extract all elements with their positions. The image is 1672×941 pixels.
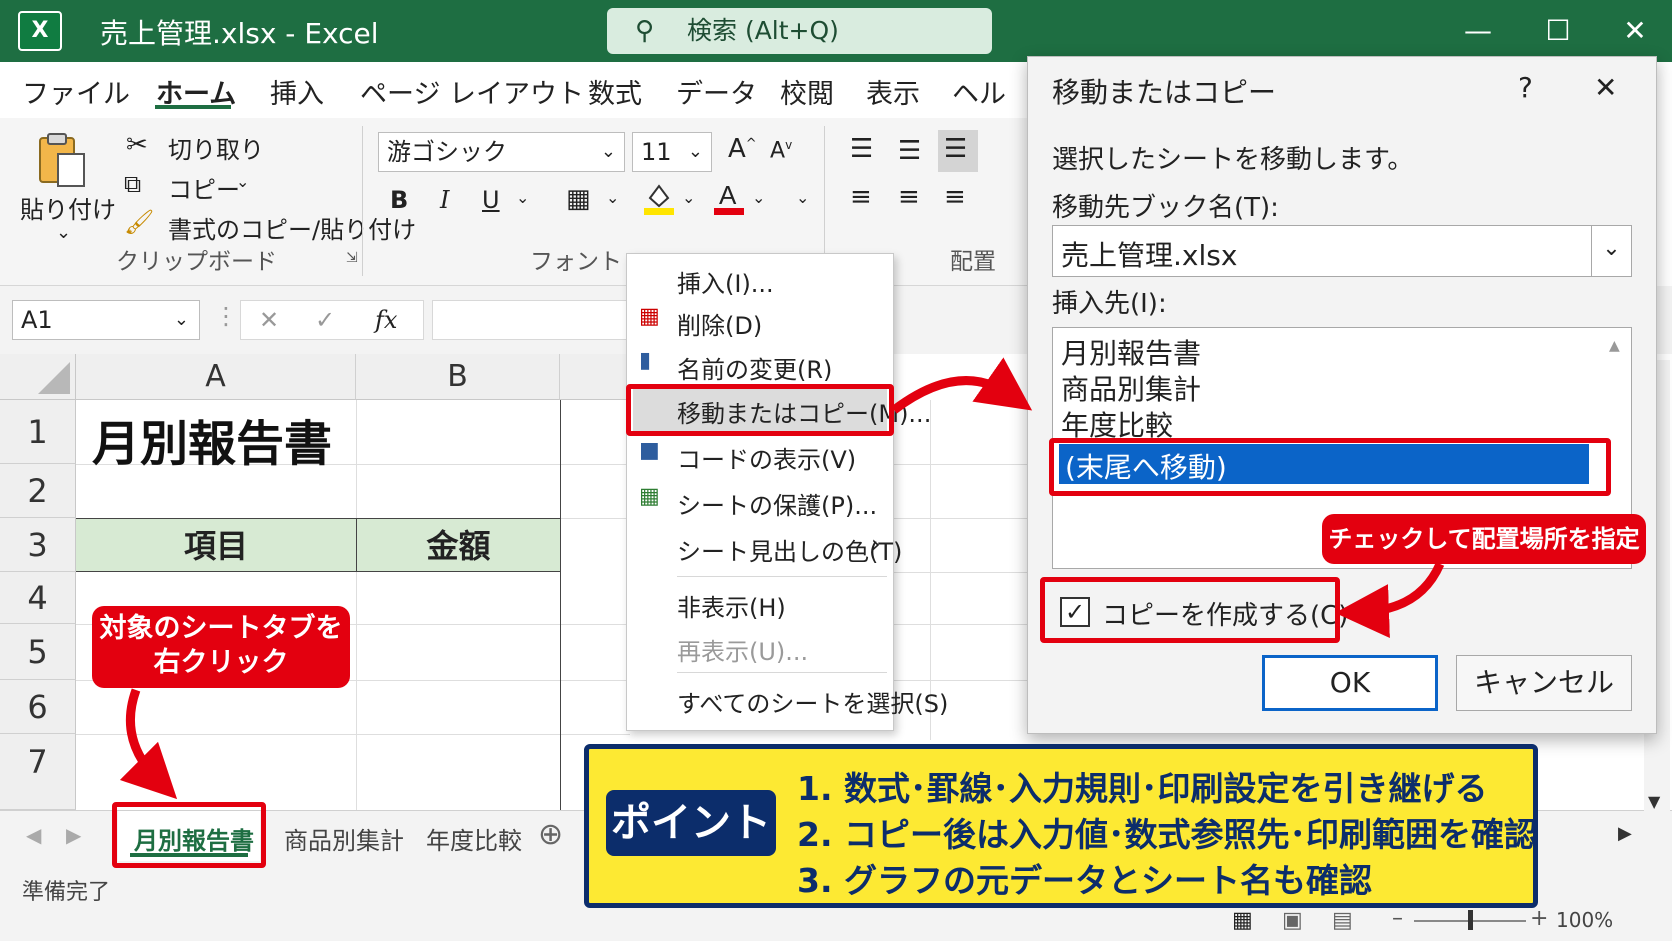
point-item-1: 1. 数式･罫線･入力規則･印刷設定を引き継げる xyxy=(797,769,1488,808)
arrow-to-sheet-tab xyxy=(119,688,178,800)
point-badge: ポイント xyxy=(606,790,776,856)
arrow-to-dialog xyxy=(891,357,1033,414)
arrow-to-checkbox xyxy=(1335,562,1445,639)
point-item-3: 3. グラフの元データとシート名も確認 xyxy=(797,861,1372,900)
point-item-2: 2. コピー後は入力値･数式参照先･印刷範囲を確認 xyxy=(797,815,1537,854)
